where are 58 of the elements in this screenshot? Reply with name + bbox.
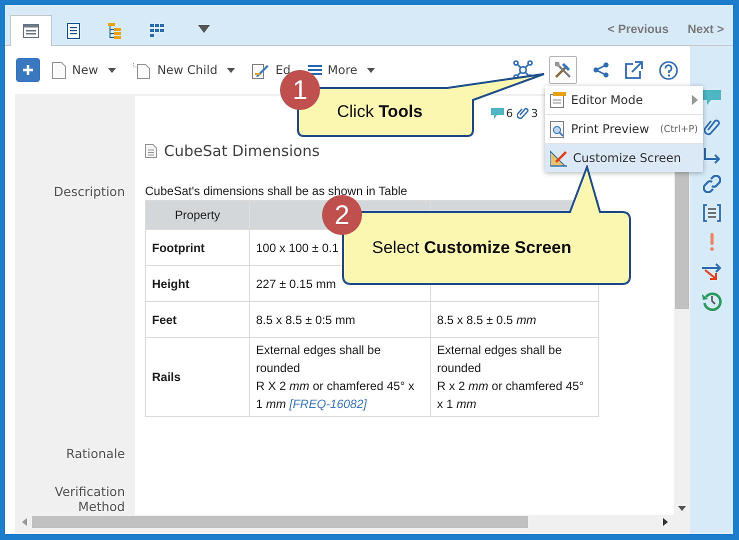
arrow-icon[interactable] <box>702 148 720 164</box>
cell-text: 100 x 100 ± 0.1 <box>256 240 339 254</box>
new-button[interactable]: New <box>52 62 116 78</box>
column-header: Property <box>146 200 250 230</box>
cell-text: 227 ± 0.15 mm <box>256 276 336 290</box>
tools-button[interactable] <box>549 56 577 84</box>
cell-text: 8.5 x 8.5 ± 0:5 mm <box>256 312 356 326</box>
ruler-pencil-icon <box>550 150 568 166</box>
document-icon <box>66 23 80 39</box>
menu-item[interactable]: Customize Screen <box>545 144 703 172</box>
link-icon[interactable] <box>702 175 720 193</box>
comment-icon[interactable] <box>702 90 720 106</box>
scroll-down-icon[interactable] <box>678 506 686 511</box>
row-header: Height <box>146 266 250 302</box>
attachment-count: 3 <box>531 106 538 120</box>
form-icon <box>23 24 39 38</box>
paperclip-icon[interactable] <box>704 117 720 137</box>
requirement-link[interactable]: [FREQ-16082] <box>289 397 367 411</box>
share-icon[interactable] <box>593 62 609 78</box>
paperclip-icon[interactable] <box>517 106 529 120</box>
plus-icon <box>22 64 34 76</box>
new-child-button[interactable]: New Child <box>133 62 236 78</box>
pencil-icon <box>252 62 270 78</box>
child-document-icon <box>133 62 152 78</box>
menu-item[interactable]: Editor Mode <box>545 86 703 115</box>
help-icon[interactable] <box>659 60 678 80</box>
comment-count: 6 <box>506 106 513 120</box>
row-header: Footprint <box>146 230 250 266</box>
tab[interactable] <box>10 15 52 46</box>
item-title: CubeSat Dimensions <box>164 142 320 160</box>
document-icon <box>52 62 66 78</box>
grid-icon <box>150 24 164 38</box>
add-button[interactable] <box>16 58 40 82</box>
row-header: Feet <box>146 302 250 338</box>
arrows-icon[interactable] <box>702 262 722 280</box>
history-icon[interactable] <box>702 291 722 311</box>
tools-icon <box>553 60 573 80</box>
field-label: Description <box>54 184 125 199</box>
more-button[interactable]: More <box>308 63 376 77</box>
field-label: Rationale <box>66 446 125 461</box>
field-label: Verification Method <box>54 484 125 514</box>
tree-icon <box>108 23 122 39</box>
scroll-left-icon[interactable] <box>22 518 27 526</box>
cell-text: R X 2 mm or chamfered 45° x 1 mm [FREQ-16082] <box>256 379 414 411</box>
document-icon <box>145 144 157 158</box>
row-header: Rails <box>146 338 250 416</box>
list-icon[interactable] <box>702 204 720 222</box>
form-icon <box>550 92 566 108</box>
menu-icon <box>308 64 322 76</box>
magnifier-page-icon <box>550 120 566 138</box>
description-text: CubeSat's dimensions shall be as shown in Table <box>145 183 408 198</box>
callout-text: Select Customize Screen <box>372 238 572 258</box>
scroll-right-icon[interactable] <box>663 518 668 526</box>
cell-text: 8.5 x 8.5 ± 0.5 mm <box>437 312 536 326</box>
caret-icon[interactable] <box>198 25 210 33</box>
callout-text: Click Tools <box>337 102 423 122</box>
external-link-icon[interactable] <box>625 61 643 79</box>
cell-text: R x 2 mm or chamfered 45° x 1 mm <box>437 379 584 411</box>
